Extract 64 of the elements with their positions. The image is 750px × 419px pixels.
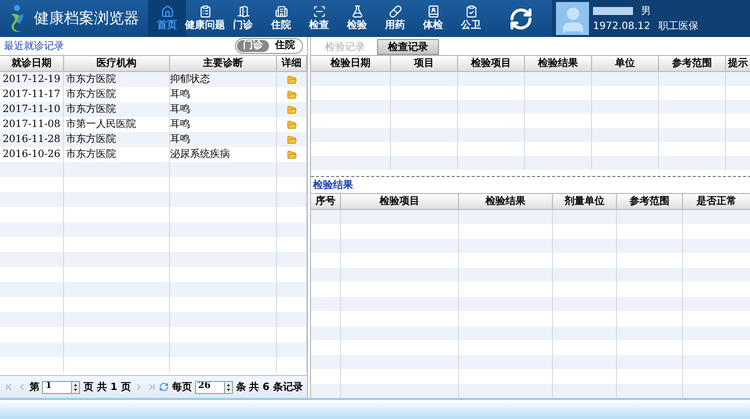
column-header: 就诊日期 xyxy=(0,56,64,71)
column-header: 参考范围 xyxy=(659,56,726,71)
folder-icon[interactable] xyxy=(286,104,296,114)
spinner-icon[interactable] xyxy=(72,380,80,394)
spinner-icon[interactable] xyxy=(225,380,234,394)
column-header: 详细 xyxy=(277,56,307,71)
first-page-icon[interactable] xyxy=(4,382,14,392)
nav-tab[interactable]: 用药 xyxy=(376,0,414,37)
section-title: 检验结果 xyxy=(313,178,353,192)
pager-label: 第 xyxy=(29,380,40,394)
record-tab[interactable]: 检查记录 xyxy=(377,39,439,55)
column-header: 检验项目 xyxy=(341,194,459,209)
folder-icon[interactable] xyxy=(286,150,296,160)
refresh-icon[interactable] xyxy=(509,6,533,30)
last-page-icon[interactable] xyxy=(146,382,156,392)
door-icon xyxy=(236,4,250,18)
nav-tab[interactable]: 检查 xyxy=(300,0,338,37)
redacted-name xyxy=(593,7,633,15)
patient-birth-date: 1972.08.12 xyxy=(593,20,650,34)
section-title: 最近就诊记录 xyxy=(4,40,64,54)
scan-icon xyxy=(312,4,326,18)
nav-tab[interactable]: 健康问题 xyxy=(186,0,224,37)
column-header: 主要诊断 xyxy=(170,56,277,71)
record-count: 共 6 条记录 xyxy=(249,380,303,394)
pager-label: 页 共 1 页 xyxy=(83,380,131,394)
nav-tab[interactable]: 住院 xyxy=(262,0,300,37)
clipboard-icon xyxy=(464,4,478,18)
column-header: 检验项目 xyxy=(458,56,525,71)
folder-icon[interactable] xyxy=(286,74,296,84)
column-header: 检验结果 xyxy=(459,194,553,209)
nav-tab[interactable]: 检验 xyxy=(338,0,376,37)
building-icon xyxy=(274,4,288,18)
pill-icon xyxy=(388,4,402,18)
column-header: 剂量单位 xyxy=(553,194,617,209)
column-header: 项目 xyxy=(391,56,458,71)
avatar-placeholder xyxy=(556,2,589,35)
folder-icon[interactable] xyxy=(286,90,296,100)
nav-tab[interactable]: 体检 xyxy=(414,0,452,37)
toggle-option[interactable]: 门诊 xyxy=(237,40,269,52)
column-header: 提示 xyxy=(726,56,750,71)
nav-tab[interactable]: 公卫 xyxy=(452,0,490,37)
per-page-field[interactable]: 26 xyxy=(195,380,226,394)
folder-icon[interactable] xyxy=(286,120,296,130)
column-header: 医疗机构 xyxy=(64,56,170,71)
patient-gender: 男 xyxy=(641,4,651,18)
column-header: 参考范围 xyxy=(617,194,683,209)
flask-icon xyxy=(350,4,364,18)
pager-label: 每页 xyxy=(172,380,192,394)
page-number-field[interactable]: 1 xyxy=(42,380,72,394)
nav-tab[interactable]: 门诊 xyxy=(224,0,262,37)
clipboard-icon xyxy=(198,4,212,18)
patient-insurance: 职工医保 xyxy=(658,20,698,34)
pager-label: 条 xyxy=(236,380,246,394)
nav-tab[interactable]: 首页 xyxy=(148,0,186,37)
column-header: 是否正常 xyxy=(683,194,750,209)
folder-icon[interactable] xyxy=(286,134,296,144)
refresh-icon[interactable] xyxy=(159,382,170,392)
column-header: 检验结果 xyxy=(525,56,592,71)
column-header: 单位 xyxy=(592,56,659,71)
column-header: 检验日期 xyxy=(311,56,391,71)
app-title: 健康档案浏览器 xyxy=(34,8,139,30)
home-icon xyxy=(160,4,174,18)
book-icon xyxy=(426,4,440,18)
column-header: 序号 xyxy=(311,194,341,209)
